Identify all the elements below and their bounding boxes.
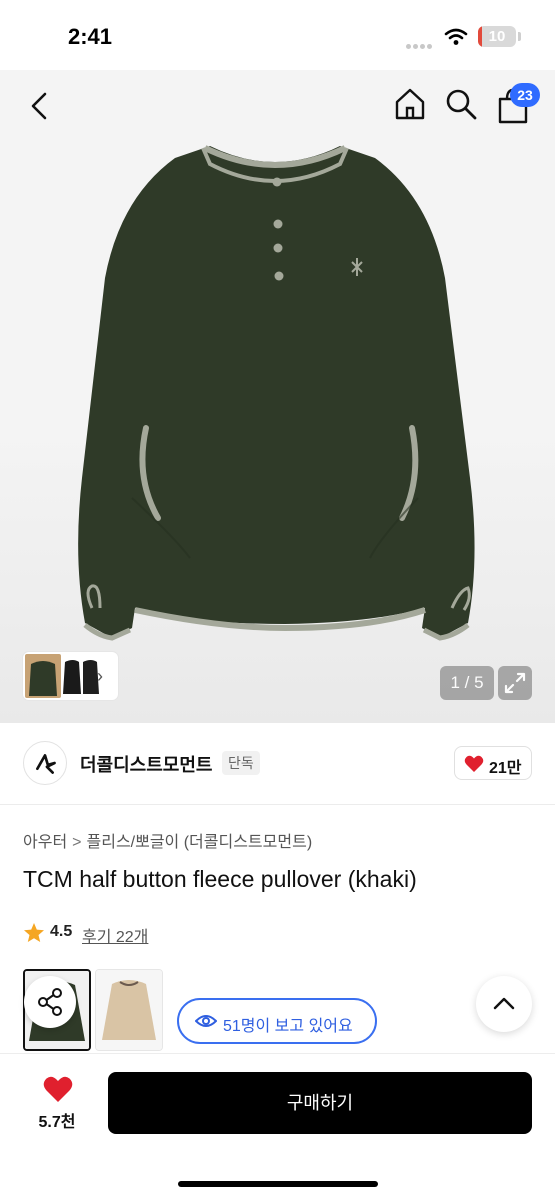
brand-like-button[interactable]: 21만 bbox=[454, 746, 532, 780]
home-icon[interactable] bbox=[392, 86, 428, 122]
viewers-indicator: 51명이 보고 있어요 bbox=[177, 998, 377, 1044]
exclusive-badge: 단독 bbox=[222, 751, 260, 775]
breadcrumb-separator: > bbox=[72, 834, 82, 851]
wifi-icon bbox=[444, 28, 468, 45]
viewers-text: 51명이 보고 있어요 bbox=[223, 1018, 353, 1035]
breadcrumb-category[interactable]: 아우터 bbox=[23, 828, 67, 852]
star-icon bbox=[24, 923, 44, 942]
battery-level: 10 bbox=[488, 28, 506, 45]
brand-name[interactable]: 더콜디스트모먼트 bbox=[80, 751, 212, 777]
section-divider bbox=[0, 804, 555, 805]
eye-icon bbox=[195, 1015, 217, 1027]
status-bar: 2:41 10 bbox=[0, 0, 555, 70]
battery-icon: 10 bbox=[478, 26, 516, 47]
search-icon[interactable] bbox=[443, 86, 479, 122]
chevron-up-icon[interactable] bbox=[476, 976, 532, 1032]
buy-button[interactable]: 구매하기 bbox=[108, 1072, 532, 1134]
expand-icon[interactable] bbox=[498, 666, 532, 700]
beige-thumbnail bbox=[96, 970, 162, 1050]
breadcrumb: 아우터 > 플리스/뽀글이 (더콜디스트모먼트) bbox=[23, 828, 312, 852]
status-time: 2:41 bbox=[68, 24, 113, 49]
color-option-beige[interactable] bbox=[95, 969, 163, 1051]
share-icon[interactable] bbox=[24, 976, 76, 1028]
battery-cap bbox=[518, 32, 521, 41]
wishlist-count: 5.7천 bbox=[38, 1114, 76, 1131]
back-icon[interactable] bbox=[22, 88, 58, 124]
product-title: TCM half button fleece pullover (khaki) bbox=[23, 866, 417, 892]
heart-icon bbox=[464, 755, 484, 772]
brand-logo[interactable] bbox=[23, 741, 67, 785]
breadcrumb-subcategory[interactable]: 플리스/뽀글이 (더콜디스트모먼트) bbox=[87, 828, 313, 852]
chevron-right-icon[interactable]: › bbox=[97, 667, 111, 685]
gallery-page-indicator: 1 / 5 bbox=[440, 666, 494, 700]
review-count-link[interactable]: 후기 22개 bbox=[82, 923, 148, 947]
home-indicator bbox=[178, 1181, 378, 1187]
cart-count-badge: 23 bbox=[510, 83, 540, 107]
product-image[interactable] bbox=[40, 138, 510, 648]
cellular-signal-icon bbox=[406, 36, 436, 49]
rating-score: 4.5 bbox=[50, 923, 73, 940]
brand-like-count: 21만 bbox=[489, 760, 522, 777]
